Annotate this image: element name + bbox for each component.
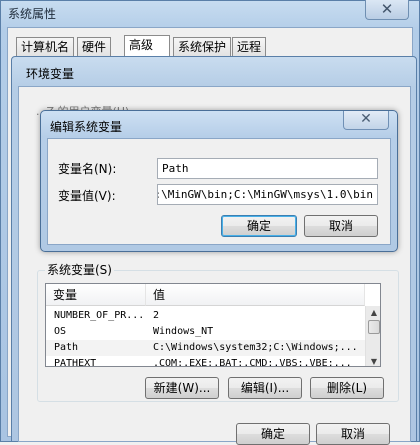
scrollbar-thumb[interactable]: [368, 320, 380, 334]
tab-label: 硬件: [82, 40, 107, 54]
edit-cancel-button[interactable]: 取消: [304, 215, 378, 237]
environment-variables-title: 环境变量: [26, 67, 75, 81]
delete-variable-button[interactable]: 删除(L): [310, 377, 384, 399]
variable-name-label: 变量名(N):: [58, 162, 117, 176]
row-value: Windows_NT: [153, 326, 214, 337]
system-variables-list[interactable]: 变量 值 NUMBER_OF_PR... 2 OS Windows_NT Pat…: [45, 283, 381, 367]
table-row[interactable]: OS Windows_NT: [46, 324, 366, 340]
variable-value-input[interactable]: .;C:\MinGW\bin;C:\MinGW\msys\1.0\bin: [157, 184, 378, 205]
system-properties-title: 系统属性: [8, 7, 57, 21]
chevron-up-icon[interactable]: ▲: [366, 306, 380, 319]
column-header-variable[interactable]: 变量: [46, 284, 146, 306]
system-variables-label: 系统变量(S): [45, 261, 114, 278]
tab-label: 系统保护: [178, 40, 227, 54]
column-header-value[interactable]: 值: [146, 284, 365, 306]
tab-computer-name[interactable]: 计算机名: [16, 37, 75, 57]
row-value: 2: [153, 310, 160, 321]
close-icon: ✕: [380, 0, 394, 18]
edit-variable-button[interactable]: 编辑(I)...: [228, 377, 302, 399]
vertical-scrollbar[interactable]: ▲ ▼: [365, 306, 380, 366]
edit-dialog-close-button[interactable]: ✕: [343, 111, 389, 130]
tab-label: 高级: [129, 38, 154, 52]
tab-label: 远程: [237, 40, 262, 54]
tab-remote[interactable]: 远程: [232, 37, 267, 57]
row-variable: OS: [54, 326, 67, 337]
tab-advanced[interactable]: 高级: [124, 35, 170, 58]
tab-label: 计算机名: [21, 40, 70, 54]
variable-value-text: .;C:\MinGW\bin;C:\MinGW\msys\1.0\bin: [157, 188, 373, 201]
close-icon: ✕: [360, 111, 372, 127]
chevron-down-icon[interactable]: ▼: [366, 355, 380, 366]
table-row[interactable]: NUMBER_OF_PR... 2: [46, 308, 366, 324]
variable-name-input[interactable]: Path: [157, 158, 378, 179]
row-value: .COM;.EXE;.BAT;.CMD;.VBS;.VBE;...: [153, 358, 352, 367]
variable-value-label: 变量值(V):: [58, 189, 116, 203]
row-variable: NUMBER_OF_PR...: [54, 310, 145, 321]
row-value: C:\Windows\system32;C:\Windows;...: [153, 342, 358, 353]
table-row-selected[interactable]: Path C:\Windows\system32;C:\Windows;...: [46, 340, 366, 356]
table-row[interactable]: PATHEXT .COM;.EXE;.BAT;.CMD;.VBS;.VBE;..…: [46, 356, 366, 367]
tab-system-protection[interactable]: 系统保护: [173, 37, 232, 57]
row-variable: PATHEXT: [54, 358, 97, 367]
edit-dialog-title: 编辑系统变量: [50, 120, 123, 134]
system-properties-close-button[interactable]: ✕: [365, 0, 409, 20]
new-variable-button[interactable]: 新建(W)...: [145, 377, 219, 399]
edit-ok-button[interactable]: 确定: [221, 215, 297, 237]
row-variable: Path: [54, 342, 79, 353]
tab-hardware[interactable]: 硬件: [77, 37, 112, 57]
